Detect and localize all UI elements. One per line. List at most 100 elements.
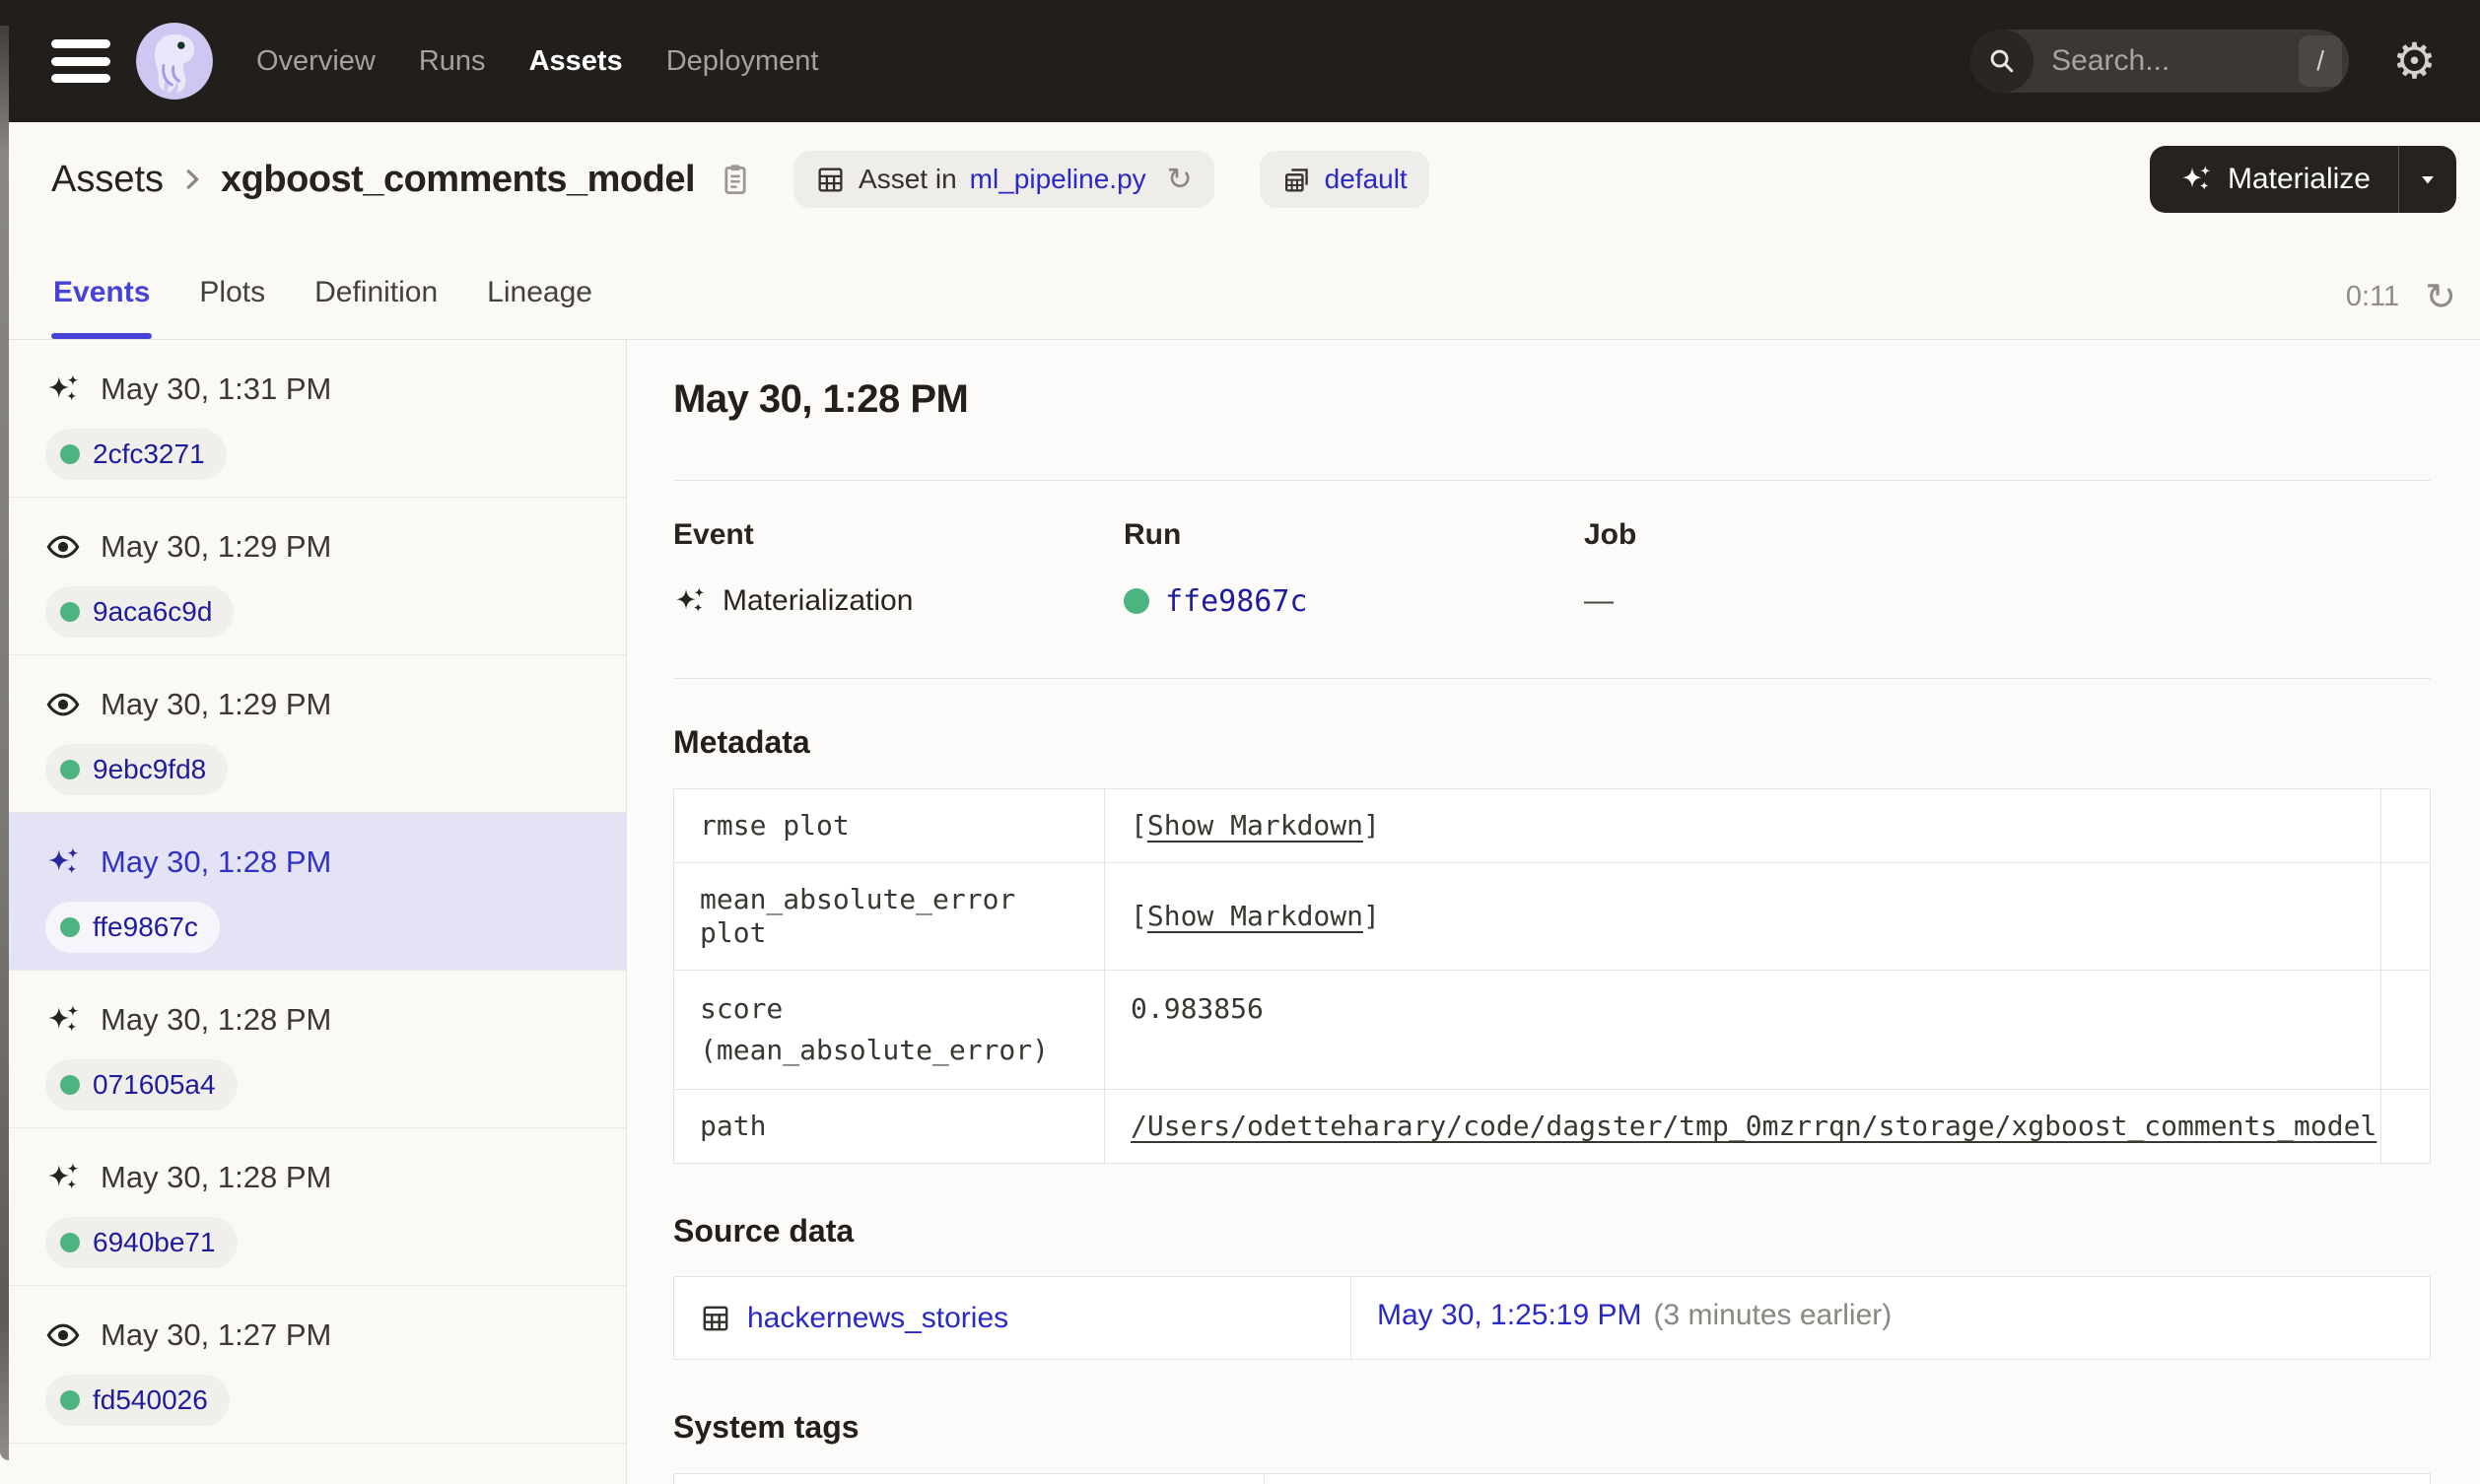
code-location-link[interactable]: ml_pipeline.py	[970, 164, 1146, 195]
metadata-table: rmse plot [Show Markdown] mean_absolute_…	[673, 787, 2431, 1164]
refresh-countdown: 0:11	[2345, 280, 2400, 312]
run-chip[interactable]: 9aca6c9d	[45, 586, 235, 638]
run-chip[interactable]: 2cfc3271	[45, 429, 227, 480]
event-summary: Event Materialization Run ffe9867c Job —	[673, 516, 2431, 623]
event-list-item-4[interactable]: May 30, 1:28 PM 071605a4	[0, 971, 626, 1128]
event-time: May 30, 1:31 PM	[101, 371, 332, 406]
metadata-extra-cell	[2380, 861, 2431, 971]
run-id-link: 2cfc3271	[93, 438, 205, 469]
event-time: May 30, 1:29 PM	[101, 687, 332, 721]
tab-definition[interactable]: Definition	[312, 276, 440, 339]
metadata-value: 0.983856	[1104, 969, 2381, 1090]
nav-item-overview[interactable]: Overview	[256, 45, 376, 78]
source-asset-link[interactable]: hackernews_stories	[747, 1300, 1008, 1337]
run-id-link: 6940be71	[93, 1227, 216, 1257]
run-chip[interactable]: 6940be71	[45, 1217, 238, 1268]
materialization-icon	[45, 844, 81, 880]
search-icon	[1970, 30, 2034, 93]
run-id-link: ffe9867c	[93, 911, 198, 942]
system-tag-value: ffe9867c-ec9c-4f06-939c-f8dc830c0962	[1264, 1472, 2431, 1484]
show-markdown-link[interactable]: Show Markdown	[1147, 809, 1363, 842]
materialize-split-button: Materialize	[2149, 146, 2456, 213]
asset-location-badge[interactable]: Asset in ml_pipeline.py ↻	[793, 151, 1214, 208]
run-chip[interactable]: ffe9867c	[45, 902, 220, 953]
metadata-heading: Metadata	[673, 724, 810, 760]
table-row: hackernews_stories May 30, 1:25:19 PM (3 …	[673, 1276, 2431, 1361]
asset-group-link[interactable]: default	[1325, 164, 1408, 195]
top-navigation-bar: Overview Runs Assets Deployment / ⚙	[0, 0, 2480, 122]
divider	[673, 678, 2431, 679]
run-chip[interactable]: fd540026	[45, 1375, 230, 1426]
run-chip[interactable]: 9ebc9fd8	[45, 744, 229, 795]
run-status-dot	[60, 602, 80, 622]
run-id-link: fd540026	[93, 1384, 208, 1415]
search-input[interactable]	[2033, 43, 2300, 79]
breadcrumb-assets[interactable]: Assets	[51, 159, 164, 201]
metadata-extra-cell	[2380, 787, 2431, 863]
event-list-item-5[interactable]: May 30, 1:28 PM 6940be71	[0, 1128, 626, 1286]
system-tags-heading: System tags	[673, 1409, 860, 1446]
copy-asset-name-icon[interactable]	[717, 161, 754, 198]
materialization-icon	[45, 1160, 81, 1195]
metadata-key: mean_absolute_error plot	[673, 861, 1105, 971]
event-time: May 30, 1:28 PM	[101, 1160, 332, 1194]
run-id-link[interactable]: ffe9867c	[1165, 584, 1308, 619]
source-time-note: (3 minutes earlier)	[1653, 1299, 1893, 1332]
gear-icon[interactable]: ⚙	[2392, 36, 2437, 86]
run-status-dot	[1124, 588, 1149, 614]
nav-item-runs[interactable]: Runs	[419, 45, 486, 78]
event-list-item-2[interactable]: May 30, 1:29 PM 9ebc9fd8	[0, 655, 626, 813]
event-list-item-6[interactable]: May 30, 1:27 PM fd540026	[0, 1286, 626, 1444]
run-status-dot	[60, 760, 80, 779]
event-label: Event	[673, 518, 754, 551]
materialize-button[interactable]: Materialize	[2150, 146, 2398, 213]
tab-events[interactable]: Events	[51, 276, 153, 339]
nav-item-assets[interactable]: Assets	[529, 45, 623, 78]
nav-item-deployment[interactable]: Deployment	[666, 45, 819, 78]
table-row: code_version ffe9867c-ec9c-4f06-939c-f8d…	[673, 1472, 2431, 1484]
search-shortcut-badge: /	[2299, 35, 2343, 87]
path-link[interactable]: /Users/odetteharary/code/dagster/tmp_0mz…	[1131, 1110, 2377, 1143]
metadata-key: path	[673, 1088, 1105, 1164]
tab-lineage[interactable]: Lineage	[485, 276, 594, 339]
run-label: Run	[1124, 518, 1182, 551]
metadata-value: [Show Markdown]	[1104, 861, 2381, 971]
refresh-icon[interactable]: ↻	[2425, 278, 2456, 315]
reload-location-icon[interactable]: ↻	[1167, 164, 1193, 195]
run-status-dot	[60, 1233, 80, 1252]
metadata-key: score (mean_absolute_error)	[673, 969, 1105, 1090]
event-list-item-0[interactable]: May 30, 1:31 PM 2cfc3271	[0, 340, 626, 498]
show-markdown-link[interactable]: Show Markdown	[1147, 900, 1363, 932]
eye-icon	[45, 529, 81, 565]
table-row: rmse plot [Show Markdown]	[673, 787, 2431, 863]
source-data-heading: Source data	[673, 1212, 855, 1248]
primary-nav: Overview Runs Assets Deployment	[256, 45, 818, 78]
run-status-dot	[60, 1390, 80, 1410]
asset-group-badge[interactable]: default	[1259, 151, 1429, 208]
caret-down-icon	[2415, 167, 2441, 192]
run-status-dot	[60, 444, 80, 464]
job-value: —	[1584, 584, 1614, 617]
metadata-extra-cell	[2380, 969, 2431, 1090]
event-list-item-1[interactable]: May 30, 1:29 PM 9aca6c9d	[0, 498, 626, 655]
asset-group-icon	[1281, 165, 1312, 195]
source-data-table: hackernews_stories May 30, 1:25:19 PM (3 …	[673, 1276, 2431, 1361]
job-label: Job	[1584, 518, 1637, 551]
metadata-value: [Show Markdown]	[1104, 787, 2381, 863]
dagster-logo[interactable]	[136, 23, 213, 100]
menu-icon[interactable]	[51, 39, 110, 83]
materialization-icon	[673, 584, 707, 618]
eye-icon	[45, 687, 81, 722]
materialization-icon	[45, 1002, 81, 1038]
materialize-options-button[interactable]	[2399, 146, 2456, 213]
run-status-dot	[60, 917, 80, 937]
run-chip[interactable]: 071605a4	[45, 1059, 238, 1111]
tab-plots[interactable]: Plots	[197, 276, 267, 339]
event-time: May 30, 1:28 PM	[101, 844, 332, 879]
materialize-sparkle-icon	[2179, 163, 2213, 196]
event-time: May 30, 1:27 PM	[101, 1317, 332, 1352]
global-search[interactable]: /	[1970, 30, 2350, 93]
event-list-item-3-selected[interactable]: May 30, 1:28 PM ffe9867c	[0, 813, 626, 971]
table-row: path /Users/odetteharary/code/dagster/tm…	[673, 1088, 2431, 1164]
source-timestamp-link[interactable]: May 30, 1:25:19 PM	[1377, 1299, 1641, 1331]
